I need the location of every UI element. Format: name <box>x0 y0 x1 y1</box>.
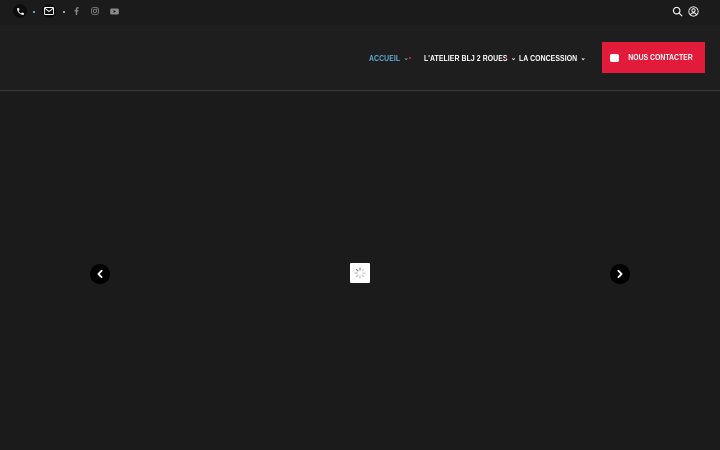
nav-separator <box>409 57 411 59</box>
spinner-icon <box>354 267 366 279</box>
slider-next-button[interactable] <box>610 264 630 284</box>
nav-item-atelier[interactable]: L'ATELIER BLJ 2 ROUES ⌄ <box>424 52 516 64</box>
nav-item-label: ACCUEIL <box>369 53 401 63</box>
user-icon[interactable] <box>686 4 700 18</box>
search-icon[interactable] <box>670 4 684 18</box>
top-bar <box>0 0 720 25</box>
mail-icon[interactable] <box>42 4 56 18</box>
chevron-right-icon <box>617 270 623 278</box>
phone-icon[interactable] <box>13 4 27 18</box>
nav-item-label: LA CONCESSION <box>519 53 578 63</box>
contact-button-label: NOUS CONTACTER <box>627 53 693 62</box>
separator-dot <box>33 11 35 13</box>
loading-spinner <box>350 263 370 283</box>
nav-item-accueil[interactable]: ACCUEIL ⌄ <box>369 52 409 64</box>
nav-item-concession[interactable]: LA CONCESSION ⌄ <box>519 52 586 64</box>
contact-button[interactable]: NOUS CONTACTER <box>602 42 705 73</box>
hero-slider <box>0 91 720 450</box>
chevron-down-icon: ⌄ <box>403 55 409 62</box>
youtube-icon[interactable] <box>107 4 121 18</box>
facebook-icon[interactable] <box>69 4 83 18</box>
nav-item-label: L'ATELIER BLJ 2 ROUES <box>424 53 508 63</box>
chevron-down-icon: ⌄ <box>580 55 586 62</box>
nav-separator <box>505 57 507 59</box>
instagram-icon[interactable] <box>88 4 102 18</box>
slider-prev-button[interactable] <box>90 264 110 284</box>
chevron-down-icon: ⌄ <box>511 55 517 62</box>
separator-dot <box>63 11 65 13</box>
chevron-left-icon <box>97 270 103 278</box>
chat-icon <box>609 53 619 62</box>
